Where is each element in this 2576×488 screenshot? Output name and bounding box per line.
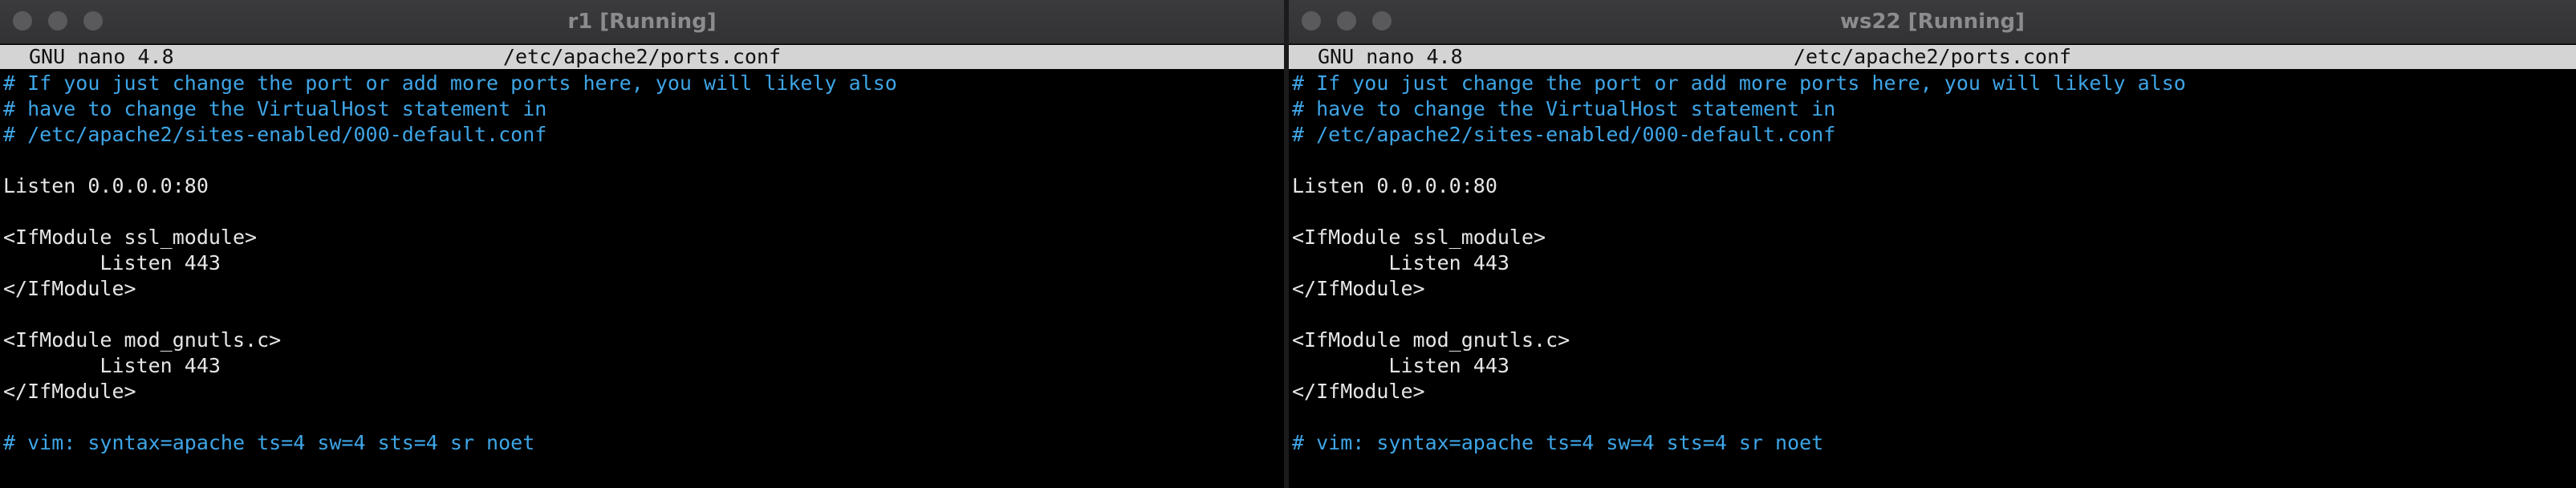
nano-version: GNU nano 4.8 (29, 45, 174, 68)
nano-header-bar: /etc/apache2/ports.conf GNU nano 4.8 (0, 45, 1284, 69)
config-line (3, 199, 1284, 225)
comment-line: # /etc/apache2/sites-enabled/000-default… (1292, 123, 1836, 146)
nano-filename: /etc/apache2/ports.conf (502, 45, 782, 68)
nano-filename: /etc/apache2/ports.conf (1793, 45, 2072, 68)
config-line (1292, 302, 2576, 327)
config-line: <IfModule mod_gnutls.c> (3, 328, 282, 352)
comment-line: # have to change the VirtualHost stateme… (3, 97, 547, 120)
config-line (3, 148, 1284, 173)
config-line: Listen 0.0.0.0:80 (3, 174, 209, 197)
config-line: <IfModule ssl_module> (3, 226, 258, 249)
config-line: <IfModule ssl_module> (1292, 226, 1546, 249)
config-line: </IfModule> (1292, 277, 1425, 300)
window-title: ws22 [Running] (1839, 10, 2025, 34)
config-line (1292, 405, 2576, 430)
comment-line: # /etc/apache2/sites-enabled/000-default… (3, 123, 547, 146)
config-line: </IfModule> (3, 277, 136, 300)
comment-line: # If you just change the port or add mor… (3, 71, 897, 95)
editor-area[interactable]: # If you just change the port or add mor… (3, 71, 1284, 456)
config-line: Listen 443 (1292, 354, 1509, 377)
config-line: <IfModule mod_gnutls.c> (1292, 328, 1570, 352)
nano-header-bar: /etc/apache2/ports.conf GNU nano 4.8 (1289, 45, 2576, 69)
config-line: </IfModule> (1292, 380, 1425, 403)
config-line: </IfModule> (3, 380, 136, 403)
comment-line: # If you just change the port or add mor… (1292, 71, 2186, 95)
vm-window-ws22[interactable]: ws22 [Running] /etc/apache2/ports.conf G… (1289, 0, 2576, 488)
nano-version: GNU nano 4.8 (1318, 45, 1463, 68)
config-line (1292, 148, 2576, 173)
config-line (3, 302, 1284, 327)
editor-area[interactable]: # If you just change the port or add mor… (1292, 71, 2576, 456)
config-line: Listen 443 (1292, 251, 1509, 274)
config-line: Listen 443 (3, 354, 221, 377)
comment-line: # vim: syntax=apache ts=4 sw=4 sts=4 sr … (1292, 431, 1824, 454)
config-line: Listen 0.0.0.0:80 (1292, 174, 1497, 197)
comment-line: # have to change the VirtualHost stateme… (1292, 97, 1836, 120)
window-title: r1 [Running] (567, 10, 717, 34)
comment-line: # vim: syntax=apache ts=4 sw=4 sts=4 sr … (3, 431, 535, 454)
config-line: Listen 443 (3, 251, 221, 274)
vm-window-r1[interactable]: r1 [Running] /etc/apache2/ports.conf GNU… (0, 0, 1284, 488)
config-line (3, 405, 1284, 430)
window-titlebar[interactable]: ws22 [Running] (1289, 0, 2576, 44)
window-titlebar[interactable]: r1 [Running] (0, 0, 1284, 44)
config-line (1292, 199, 2576, 225)
